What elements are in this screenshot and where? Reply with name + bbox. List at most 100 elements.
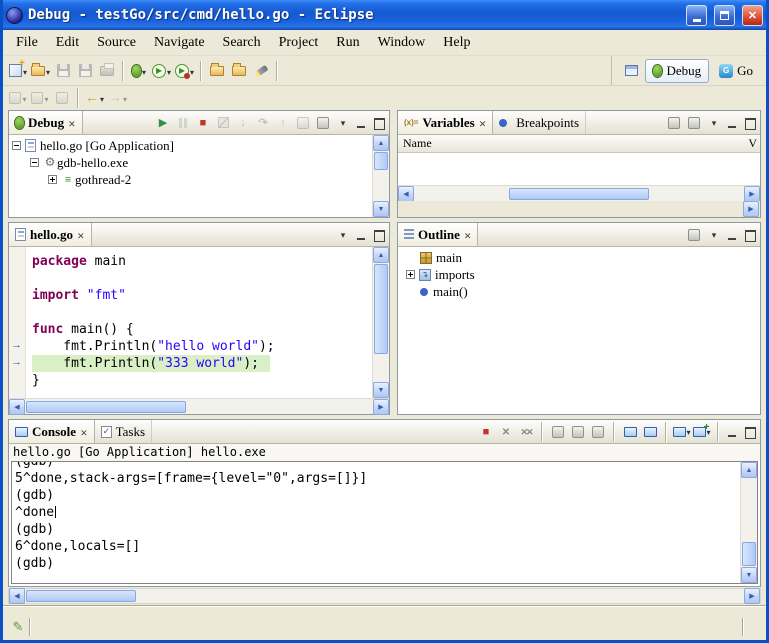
dropdown-icon[interactable] xyxy=(22,89,26,107)
code-line[interactable]: package main xyxy=(32,253,372,270)
tab-outline[interactable]: Outline xyxy=(398,223,478,246)
dropdown-icon[interactable] xyxy=(190,62,194,80)
minimize-view-button[interactable] xyxy=(725,228,740,242)
scrollbar-thumb[interactable] xyxy=(26,590,136,602)
show-stdout-button[interactable] xyxy=(621,423,639,441)
forward-button[interactable] xyxy=(106,86,129,110)
stack-frame-marker-icon[interactable] xyxy=(11,339,24,352)
display-console-button[interactable] xyxy=(673,423,691,441)
console-text[interactable]: (gdb) 5^done,stack-args=[frame={level="0… xyxy=(12,462,740,583)
maximize-view-button[interactable] xyxy=(742,228,757,242)
minimize-view-button[interactable] xyxy=(725,425,740,439)
maximize-view-button[interactable] xyxy=(742,116,757,130)
expand-toggle-icon[interactable] xyxy=(406,270,415,279)
code-line[interactable]: func main() { xyxy=(32,321,372,338)
dropdown-icon[interactable] xyxy=(44,89,48,107)
last-edit-location-button[interactable] xyxy=(51,86,73,110)
step-over-button[interactable] xyxy=(254,114,272,132)
maximize-view-button[interactable] xyxy=(371,116,386,130)
scrollbar-thumb[interactable] xyxy=(26,401,186,413)
variables-column-header[interactable]: Name V xyxy=(398,135,760,153)
dropdown-icon[interactable] xyxy=(167,62,171,80)
scroll-left-icon[interactable] xyxy=(9,588,25,604)
scrollbar-thumb[interactable] xyxy=(374,264,388,354)
save-button[interactable] xyxy=(52,59,74,83)
fast-view-button[interactable] xyxy=(9,618,27,636)
scroll-right-icon[interactable] xyxy=(373,399,389,415)
tab-tasks[interactable]: Tasks xyxy=(95,420,152,443)
outline-item[interactable]: main xyxy=(420,249,760,266)
show-stderr-button[interactable] xyxy=(641,423,659,441)
expand-toggle-icon[interactable] xyxy=(48,175,57,184)
save-all-button[interactable] xyxy=(74,59,96,83)
tree-row[interactable]: hello.go [Go Application] xyxy=(12,137,372,154)
open-resource-button[interactable] xyxy=(206,59,228,83)
new-go-element-button[interactable] xyxy=(29,59,52,83)
debug-perspective-button[interactable]: Debug xyxy=(645,59,709,83)
menu-help[interactable]: Help xyxy=(434,32,479,54)
close-icon[interactable] xyxy=(68,115,76,131)
tree-row[interactable]: gothread-2 xyxy=(12,171,372,188)
title-bar[interactable]: Debug - testGo/src/cmd/hello.go - Eclips… xyxy=(0,0,769,30)
scroll-right-icon[interactable] xyxy=(744,588,760,604)
maximize-view-button[interactable] xyxy=(742,425,757,439)
dropdown-icon[interactable] xyxy=(686,426,690,438)
console-output[interactable]: (gdb) 5^done,stack-args=[frame={level="0… xyxy=(11,461,758,584)
go-perspective-button[interactable]: G Go xyxy=(712,59,760,83)
editor-gutter[interactable] xyxy=(9,247,26,398)
code-line[interactable]: fmt.Println("hello world"); xyxy=(32,338,372,355)
scrollbar-thumb[interactable] xyxy=(374,152,388,170)
debug-launch-button[interactable] xyxy=(128,59,150,83)
minimize-view-button[interactable] xyxy=(354,116,369,130)
step-filters-button[interactable] xyxy=(314,114,332,132)
close-icon[interactable] xyxy=(464,227,472,243)
tab-breakpoints[interactable]: Breakpoints xyxy=(493,111,586,134)
variables-horizontal-scrollbar[interactable] xyxy=(398,185,760,201)
dropdown-icon[interactable] xyxy=(100,89,104,107)
debug-vertical-scrollbar[interactable] xyxy=(372,135,389,217)
disconnect-button[interactable] xyxy=(214,114,232,132)
tree-row[interactable]: gdb-hello.exe xyxy=(12,154,372,171)
menu-navigate[interactable]: Navigate xyxy=(145,32,214,54)
run-launch-button[interactable] xyxy=(150,59,173,83)
collapse-toggle-icon[interactable] xyxy=(30,158,39,167)
next-annotation-button[interactable] xyxy=(7,86,29,110)
window-maximize-button[interactable] xyxy=(714,5,735,26)
debug-view-menu-button[interactable] xyxy=(334,114,352,132)
scrollbar-thumb[interactable] xyxy=(509,188,649,200)
close-icon[interactable] xyxy=(77,227,85,243)
terminate-console-button[interactable] xyxy=(477,423,495,441)
minimize-view-button[interactable] xyxy=(354,228,369,242)
variables-view-menu-button[interactable] xyxy=(705,114,723,132)
scroll-up-icon[interactable] xyxy=(373,135,389,151)
scroll-left-icon[interactable] xyxy=(398,186,414,202)
dropdown-icon[interactable] xyxy=(46,62,50,80)
scroll-left-icon[interactable] xyxy=(9,399,25,415)
dropdown-icon[interactable] xyxy=(142,62,146,80)
variables-table-body[interactable] xyxy=(398,153,760,185)
console-horizontal-scrollbar[interactable] xyxy=(8,588,761,604)
search-button[interactable] xyxy=(250,59,272,83)
menu-file[interactable]: File xyxy=(7,32,47,54)
scroll-down-icon[interactable] xyxy=(373,382,389,398)
scroll-lock-button[interactable] xyxy=(569,423,587,441)
window-minimize-button[interactable] xyxy=(686,5,707,26)
step-into-button[interactable] xyxy=(234,114,252,132)
tab-variables[interactable]: (x)= Variables xyxy=(398,111,493,134)
code-area[interactable]: package main import "fmt" func main() { … xyxy=(26,247,372,398)
scroll-down-icon[interactable] xyxy=(373,201,389,217)
code-line[interactable] xyxy=(32,270,372,287)
close-icon[interactable] xyxy=(479,115,487,131)
editor-list-button[interactable] xyxy=(334,226,352,244)
menu-edit[interactable]: Edit xyxy=(47,32,88,54)
scroll-up-icon[interactable] xyxy=(373,247,389,263)
collapse-all-button[interactable] xyxy=(685,114,703,132)
code-line[interactable]: } xyxy=(32,372,372,389)
open-console-button[interactable] xyxy=(693,423,711,441)
step-return-button[interactable] xyxy=(274,114,292,132)
resume-button[interactable] xyxy=(154,114,172,132)
code-line[interactable]: import "fmt" xyxy=(32,287,372,304)
instruction-pointer-icon[interactable] xyxy=(11,356,24,369)
drop-to-frame-button[interactable] xyxy=(294,114,312,132)
new-wizard-button[interactable] xyxy=(7,59,29,83)
